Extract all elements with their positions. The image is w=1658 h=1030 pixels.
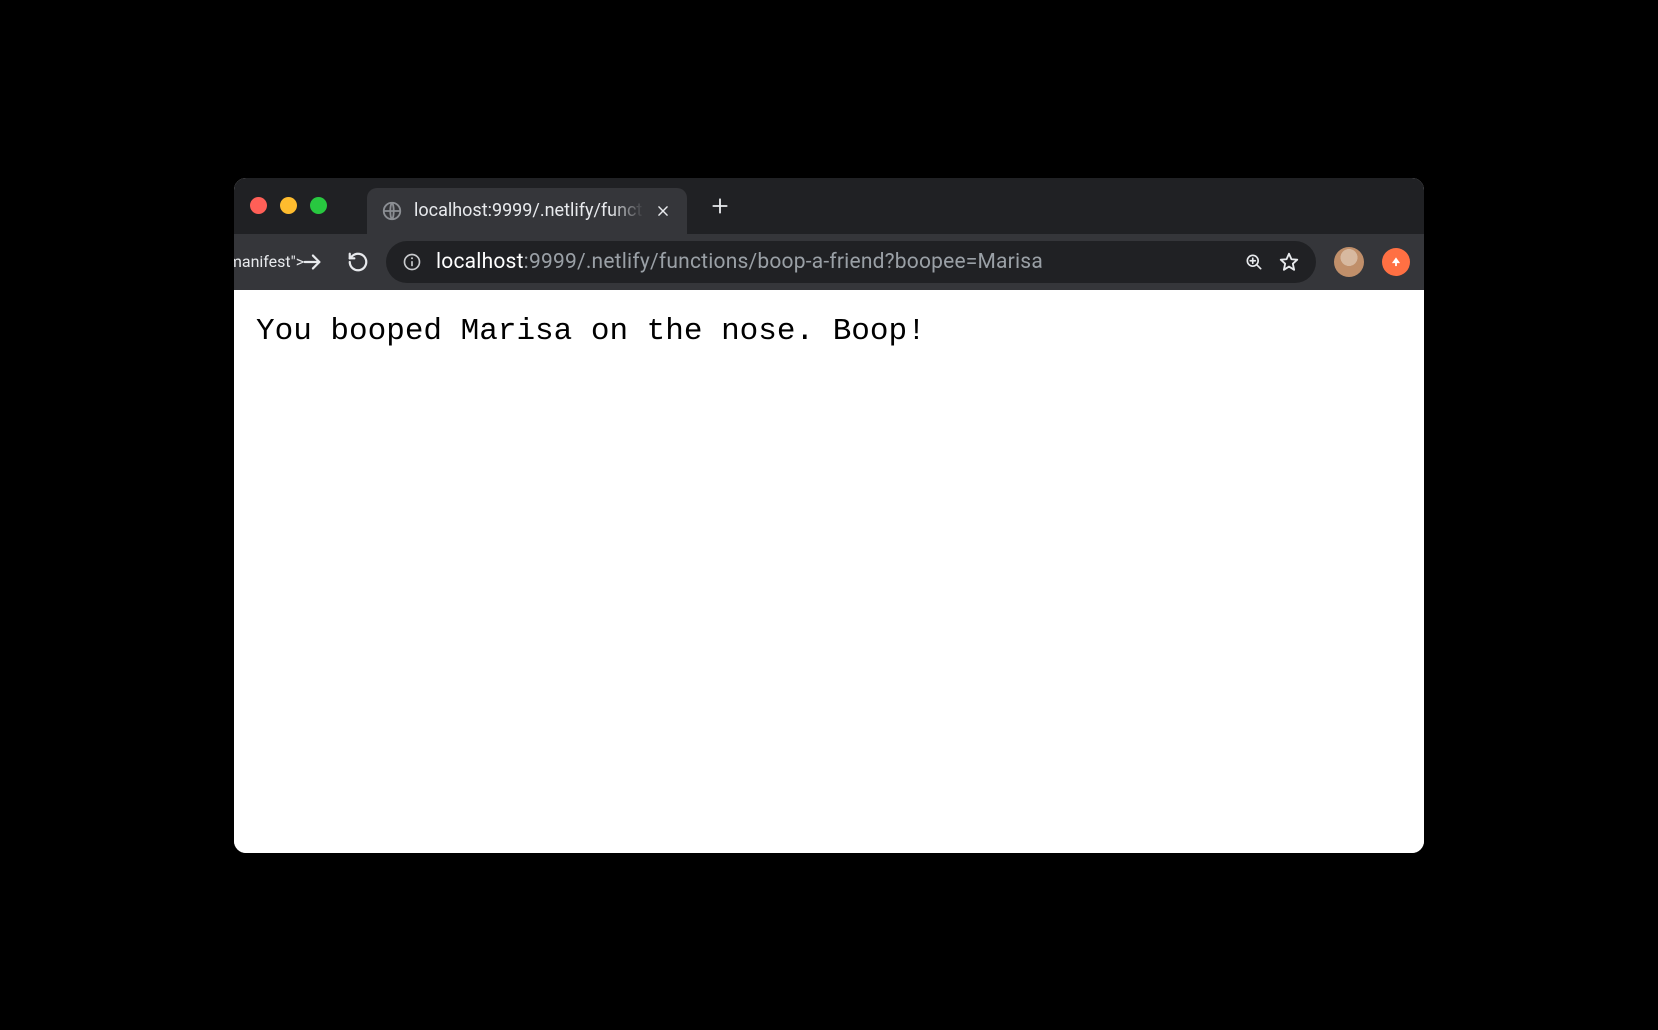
reload-button[interactable] (340, 244, 376, 280)
window-controls (250, 197, 327, 214)
tab-title: localhost:9999/.netlify/function (414, 200, 644, 221)
zoom-icon[interactable] (1244, 252, 1264, 272)
back-button: manifest"> (248, 244, 284, 280)
new-tab-button[interactable] (705, 191, 735, 221)
address-bar[interactable]: localhost:9999/.netlify/functions/boop-a… (386, 241, 1316, 283)
page-body-text: You booped Marisa on the nose. Boop! (256, 314, 1402, 349)
browser-tab[interactable]: localhost:9999/.netlify/function (367, 188, 687, 234)
window-minimize-button[interactable] (280, 197, 297, 214)
url-text: localhost:9999/.netlify/functions/boop-a… (436, 250, 1230, 274)
browser-window: localhost:9999/.netlify/function manifes… (234, 178, 1424, 853)
url-host: localhost (436, 250, 524, 274)
extension-icon[interactable] (1382, 248, 1410, 276)
window-close-button[interactable] (250, 197, 267, 214)
toolbar: manifest"> localhost (234, 234, 1424, 290)
profile-avatar[interactable] (1334, 247, 1364, 277)
bookmark-star-icon[interactable] (1278, 251, 1300, 273)
page-viewport: You booped Marisa on the nose. Boop! (234, 290, 1424, 853)
globe-icon (381, 200, 403, 222)
site-info-icon[interactable] (402, 252, 422, 272)
url-path: :9999/.netlify/functions/boop-a-friend?b… (524, 250, 1043, 274)
tab-strip: localhost:9999/.netlify/function (234, 178, 1424, 234)
close-icon[interactable] (655, 204, 671, 218)
forward-button[interactable] (294, 244, 330, 280)
window-fullscreen-button[interactable] (310, 197, 327, 214)
